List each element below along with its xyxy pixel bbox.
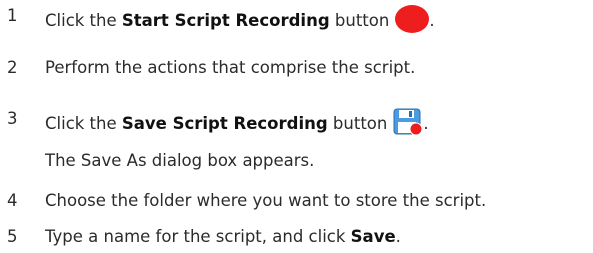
step-text: Click the Start Script Recording button.: [45, 5, 435, 33]
step-number: 1: [7, 6, 18, 25]
step-text-post: button: [327, 114, 388, 133]
step-3-note: The Save As dialog box appears.: [45, 151, 315, 170]
step-text-tail: .: [395, 227, 401, 246]
save-script-recording-label: Save Script Recording: [121, 114, 328, 133]
step-text: Click the Save Script Recording button .: [45, 108, 429, 136]
step-text-pre: Type a name for the script, and click: [45, 227, 351, 246]
step-text-post: button: [329, 11, 390, 30]
step-text: Choose the folder where you want to stor…: [45, 191, 487, 210]
step-number: 2: [7, 58, 18, 77]
step-text-pre: Click the: [45, 11, 122, 30]
step-text-tail: .: [423, 114, 429, 133]
step-number: 5: [7, 227, 18, 246]
step-text: Perform the actions that comprise the sc…: [45, 58, 416, 77]
record-icon: [395, 5, 430, 33]
step-text-tail: .: [429, 11, 435, 30]
step-number: 3: [7, 109, 18, 128]
step-text-pre: Click the: [45, 114, 122, 133]
start-script-recording-label: Start Script Recording: [121, 11, 330, 30]
step-text: Type a name for the script, and click Sa…: [45, 226, 401, 248]
step-number: 4: [7, 191, 18, 210]
save-label: Save: [350, 227, 396, 246]
save-recording-icon: [393, 108, 423, 136]
